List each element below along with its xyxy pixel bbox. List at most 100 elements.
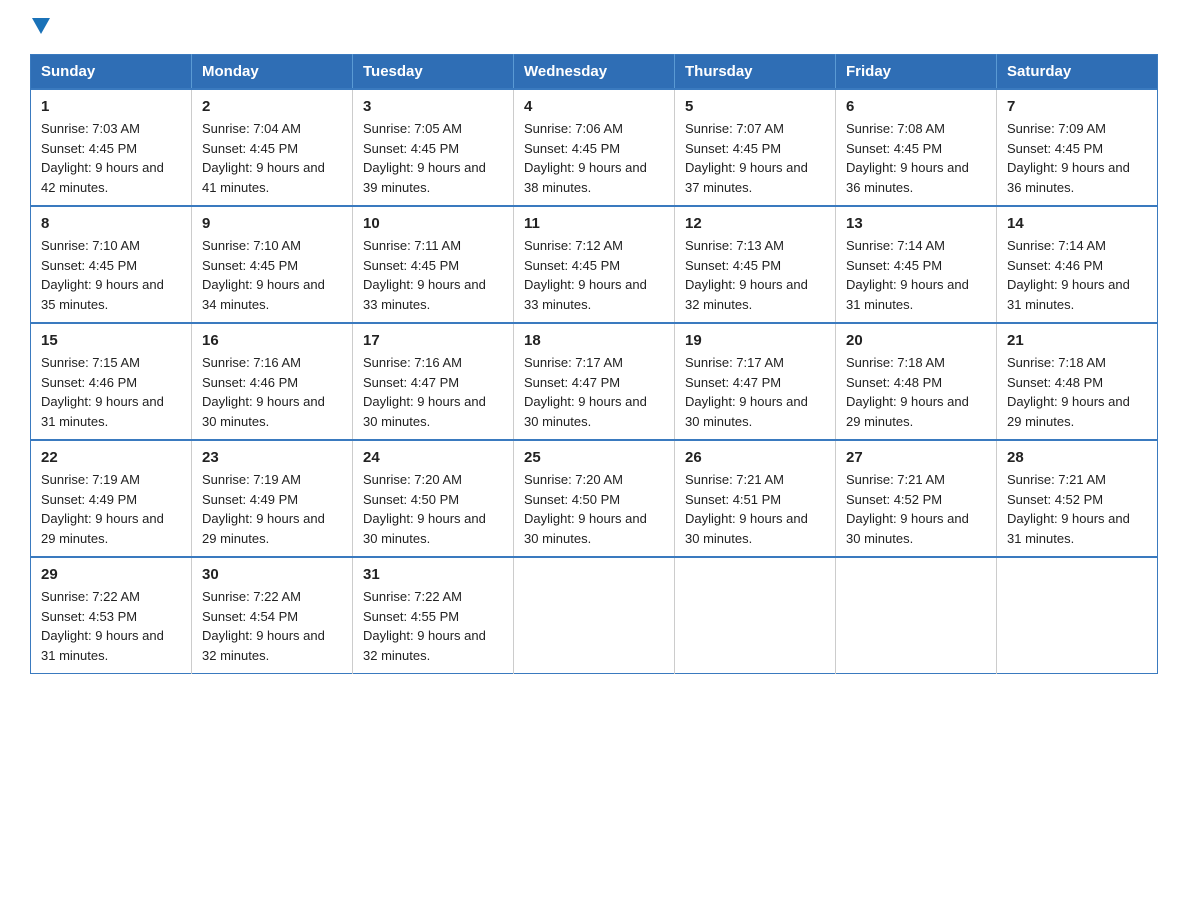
day-cell: 5 Sunrise: 7:07 AMSunset: 4:45 PMDayligh… bbox=[675, 89, 836, 206]
day-cell: 6 Sunrise: 7:08 AMSunset: 4:45 PMDayligh… bbox=[836, 89, 997, 206]
day-number: 13 bbox=[846, 215, 986, 232]
day-cell: 28 Sunrise: 7:21 AMSunset: 4:52 PMDaylig… bbox=[997, 440, 1158, 557]
day-cell: 22 Sunrise: 7:19 AMSunset: 4:49 PMDaylig… bbox=[31, 440, 192, 557]
day-number: 3 bbox=[363, 98, 503, 115]
day-number: 24 bbox=[363, 449, 503, 466]
weekday-header-row: SundayMondayTuesdayWednesdayThursdayFrid… bbox=[31, 55, 1158, 90]
day-info: Sunrise: 7:21 AMSunset: 4:52 PMDaylight:… bbox=[846, 472, 969, 546]
day-number: 12 bbox=[685, 215, 825, 232]
day-info: Sunrise: 7:20 AMSunset: 4:50 PMDaylight:… bbox=[524, 472, 647, 546]
day-cell: 14 Sunrise: 7:14 AMSunset: 4:46 PMDaylig… bbox=[997, 206, 1158, 323]
day-number: 21 bbox=[1007, 332, 1147, 349]
day-number: 16 bbox=[202, 332, 342, 349]
day-cell: 19 Sunrise: 7:17 AMSunset: 4:47 PMDaylig… bbox=[675, 323, 836, 440]
weekday-header-saturday: Saturday bbox=[997, 55, 1158, 90]
day-info: Sunrise: 7:13 AMSunset: 4:45 PMDaylight:… bbox=[685, 238, 808, 312]
day-number: 26 bbox=[685, 449, 825, 466]
day-info: Sunrise: 7:06 AMSunset: 4:45 PMDaylight:… bbox=[524, 121, 647, 195]
day-info: Sunrise: 7:16 AMSunset: 4:46 PMDaylight:… bbox=[202, 355, 325, 429]
day-info: Sunrise: 7:18 AMSunset: 4:48 PMDaylight:… bbox=[1007, 355, 1130, 429]
day-cell bbox=[514, 557, 675, 674]
day-cell bbox=[997, 557, 1158, 674]
day-cell: 26 Sunrise: 7:21 AMSunset: 4:51 PMDaylig… bbox=[675, 440, 836, 557]
day-cell: 29 Sunrise: 7:22 AMSunset: 4:53 PMDaylig… bbox=[31, 557, 192, 674]
day-number: 18 bbox=[524, 332, 664, 349]
day-info: Sunrise: 7:07 AMSunset: 4:45 PMDaylight:… bbox=[685, 121, 808, 195]
day-cell: 9 Sunrise: 7:10 AMSunset: 4:45 PMDayligh… bbox=[192, 206, 353, 323]
day-info: Sunrise: 7:05 AMSunset: 4:45 PMDaylight:… bbox=[363, 121, 486, 195]
day-cell: 21 Sunrise: 7:18 AMSunset: 4:48 PMDaylig… bbox=[997, 323, 1158, 440]
day-number: 7 bbox=[1007, 98, 1147, 115]
day-info: Sunrise: 7:17 AMSunset: 4:47 PMDaylight:… bbox=[524, 355, 647, 429]
day-number: 23 bbox=[202, 449, 342, 466]
day-cell: 16 Sunrise: 7:16 AMSunset: 4:46 PMDaylig… bbox=[192, 323, 353, 440]
week-row-5: 29 Sunrise: 7:22 AMSunset: 4:53 PMDaylig… bbox=[31, 557, 1158, 674]
day-cell: 27 Sunrise: 7:21 AMSunset: 4:52 PMDaylig… bbox=[836, 440, 997, 557]
day-info: Sunrise: 7:11 AMSunset: 4:45 PMDaylight:… bbox=[363, 238, 486, 312]
day-info: Sunrise: 7:12 AMSunset: 4:45 PMDaylight:… bbox=[524, 238, 647, 312]
day-number: 22 bbox=[41, 449, 181, 466]
week-row-2: 8 Sunrise: 7:10 AMSunset: 4:45 PMDayligh… bbox=[31, 206, 1158, 323]
day-info: Sunrise: 7:19 AMSunset: 4:49 PMDaylight:… bbox=[202, 472, 325, 546]
day-cell: 17 Sunrise: 7:16 AMSunset: 4:47 PMDaylig… bbox=[353, 323, 514, 440]
day-cell: 31 Sunrise: 7:22 AMSunset: 4:55 PMDaylig… bbox=[353, 557, 514, 674]
day-info: Sunrise: 7:09 AMSunset: 4:45 PMDaylight:… bbox=[1007, 121, 1130, 195]
page-header bbox=[30, 20, 1158, 36]
day-number: 11 bbox=[524, 215, 664, 232]
day-info: Sunrise: 7:10 AMSunset: 4:45 PMDaylight:… bbox=[41, 238, 164, 312]
day-cell: 24 Sunrise: 7:20 AMSunset: 4:50 PMDaylig… bbox=[353, 440, 514, 557]
day-info: Sunrise: 7:19 AMSunset: 4:49 PMDaylight:… bbox=[41, 472, 164, 546]
week-row-4: 22 Sunrise: 7:19 AMSunset: 4:49 PMDaylig… bbox=[31, 440, 1158, 557]
weekday-header-thursday: Thursday bbox=[675, 55, 836, 90]
day-cell: 10 Sunrise: 7:11 AMSunset: 4:45 PMDaylig… bbox=[353, 206, 514, 323]
day-info: Sunrise: 7:17 AMSunset: 4:47 PMDaylight:… bbox=[685, 355, 808, 429]
day-info: Sunrise: 7:08 AMSunset: 4:45 PMDaylight:… bbox=[846, 121, 969, 195]
day-cell: 13 Sunrise: 7:14 AMSunset: 4:45 PMDaylig… bbox=[836, 206, 997, 323]
day-number: 9 bbox=[202, 215, 342, 232]
day-number: 27 bbox=[846, 449, 986, 466]
day-cell: 15 Sunrise: 7:15 AMSunset: 4:46 PMDaylig… bbox=[31, 323, 192, 440]
day-number: 30 bbox=[202, 566, 342, 583]
day-number: 15 bbox=[41, 332, 181, 349]
day-number: 8 bbox=[41, 215, 181, 232]
calendar-header: SundayMondayTuesdayWednesdayThursdayFrid… bbox=[31, 55, 1158, 90]
day-info: Sunrise: 7:16 AMSunset: 4:47 PMDaylight:… bbox=[363, 355, 486, 429]
logo bbox=[30, 20, 50, 36]
day-number: 19 bbox=[685, 332, 825, 349]
calendar-body: 1 Sunrise: 7:03 AMSunset: 4:45 PMDayligh… bbox=[31, 89, 1158, 674]
day-number: 5 bbox=[685, 98, 825, 115]
day-info: Sunrise: 7:22 AMSunset: 4:55 PMDaylight:… bbox=[363, 589, 486, 663]
day-cell: 2 Sunrise: 7:04 AMSunset: 4:45 PMDayligh… bbox=[192, 89, 353, 206]
day-info: Sunrise: 7:22 AMSunset: 4:53 PMDaylight:… bbox=[41, 589, 164, 663]
day-info: Sunrise: 7:21 AMSunset: 4:51 PMDaylight:… bbox=[685, 472, 808, 546]
day-cell: 30 Sunrise: 7:22 AMSunset: 4:54 PMDaylig… bbox=[192, 557, 353, 674]
day-number: 10 bbox=[363, 215, 503, 232]
day-cell: 18 Sunrise: 7:17 AMSunset: 4:47 PMDaylig… bbox=[514, 323, 675, 440]
day-info: Sunrise: 7:14 AMSunset: 4:46 PMDaylight:… bbox=[1007, 238, 1130, 312]
day-number: 2 bbox=[202, 98, 342, 115]
day-cell bbox=[836, 557, 997, 674]
day-cell: 7 Sunrise: 7:09 AMSunset: 4:45 PMDayligh… bbox=[997, 89, 1158, 206]
week-row-1: 1 Sunrise: 7:03 AMSunset: 4:45 PMDayligh… bbox=[31, 89, 1158, 206]
day-info: Sunrise: 7:04 AMSunset: 4:45 PMDaylight:… bbox=[202, 121, 325, 195]
day-number: 1 bbox=[41, 98, 181, 115]
day-cell: 20 Sunrise: 7:18 AMSunset: 4:48 PMDaylig… bbox=[836, 323, 997, 440]
day-number: 6 bbox=[846, 98, 986, 115]
day-cell: 4 Sunrise: 7:06 AMSunset: 4:45 PMDayligh… bbox=[514, 89, 675, 206]
weekday-header-wednesday: Wednesday bbox=[514, 55, 675, 90]
day-number: 17 bbox=[363, 332, 503, 349]
day-cell: 8 Sunrise: 7:10 AMSunset: 4:45 PMDayligh… bbox=[31, 206, 192, 323]
day-number: 29 bbox=[41, 566, 181, 583]
day-cell: 11 Sunrise: 7:12 AMSunset: 4:45 PMDaylig… bbox=[514, 206, 675, 323]
day-info: Sunrise: 7:22 AMSunset: 4:54 PMDaylight:… bbox=[202, 589, 325, 663]
day-info: Sunrise: 7:14 AMSunset: 4:45 PMDaylight:… bbox=[846, 238, 969, 312]
calendar-table: SundayMondayTuesdayWednesdayThursdayFrid… bbox=[30, 54, 1158, 674]
day-cell: 1 Sunrise: 7:03 AMSunset: 4:45 PMDayligh… bbox=[31, 89, 192, 206]
weekday-header-friday: Friday bbox=[836, 55, 997, 90]
day-info: Sunrise: 7:20 AMSunset: 4:50 PMDaylight:… bbox=[363, 472, 486, 546]
day-number: 14 bbox=[1007, 215, 1147, 232]
week-row-3: 15 Sunrise: 7:15 AMSunset: 4:46 PMDaylig… bbox=[31, 323, 1158, 440]
weekday-header-tuesday: Tuesday bbox=[353, 55, 514, 90]
day-number: 4 bbox=[524, 98, 664, 115]
day-cell: 23 Sunrise: 7:19 AMSunset: 4:49 PMDaylig… bbox=[192, 440, 353, 557]
